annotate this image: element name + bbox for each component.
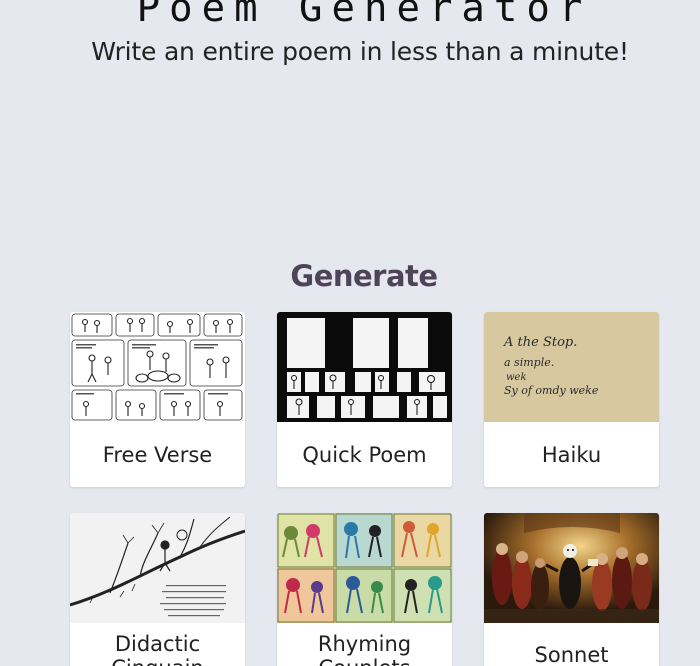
- poem-card-didactic-cinquain[interactable]: Didactic Cinquain: [70, 513, 245, 666]
- poem-card-haiku[interactable]: A the Stop. a simple. wek Sy of omdy wek…: [484, 312, 659, 487]
- haiku-label: Haiku: [541, 442, 602, 467]
- free-verse-label: Free Verse: [102, 442, 213, 467]
- haiku-image: A the Stop. a simple. wek Sy of omdy wek…: [484, 312, 659, 422]
- quick-poem-label: Quick Poem: [302, 442, 427, 467]
- haiku-note-line-1: A the Stop.: [503, 335, 577, 350]
- didactic-cinquain-label: Didactic Cinquain: [111, 632, 203, 666]
- haiku-note-line-3: wek: [506, 372, 527, 383]
- sonnet-image: [484, 513, 659, 623]
- sonnet-label: Sonnet: [534, 643, 609, 666]
- generate-heading: Generate: [290, 259, 438, 293]
- page-title: Poem Generator: [136, 0, 592, 31]
- poem-card-free-verse[interactable]: Free Verse: [70, 312, 245, 487]
- poem-card-quick-poem[interactable]: Quick Poem: [277, 312, 452, 487]
- haiku-note-line-4: Sy of omdy weke: [504, 384, 599, 397]
- poem-card-rhyming-couplets[interactable]: Rhyming Couplets: [277, 513, 452, 666]
- poem-card-sonnet[interactable]: Sonnet: [484, 513, 659, 666]
- quick-poem-image: [277, 312, 452, 422]
- free-verse-image: [70, 312, 245, 422]
- haiku-note-line-2: a simple.: [504, 356, 554, 369]
- page: Poem Generator Write an entire poem in l…: [0, 0, 700, 666]
- didactic-cinquain-image: [70, 513, 245, 623]
- rhyming-couplets-image: [277, 513, 452, 623]
- rhyming-couplets-label: Rhyming Couplets: [317, 632, 412, 666]
- page-subtitle: Write an entire poem in less than a minu…: [91, 37, 629, 66]
